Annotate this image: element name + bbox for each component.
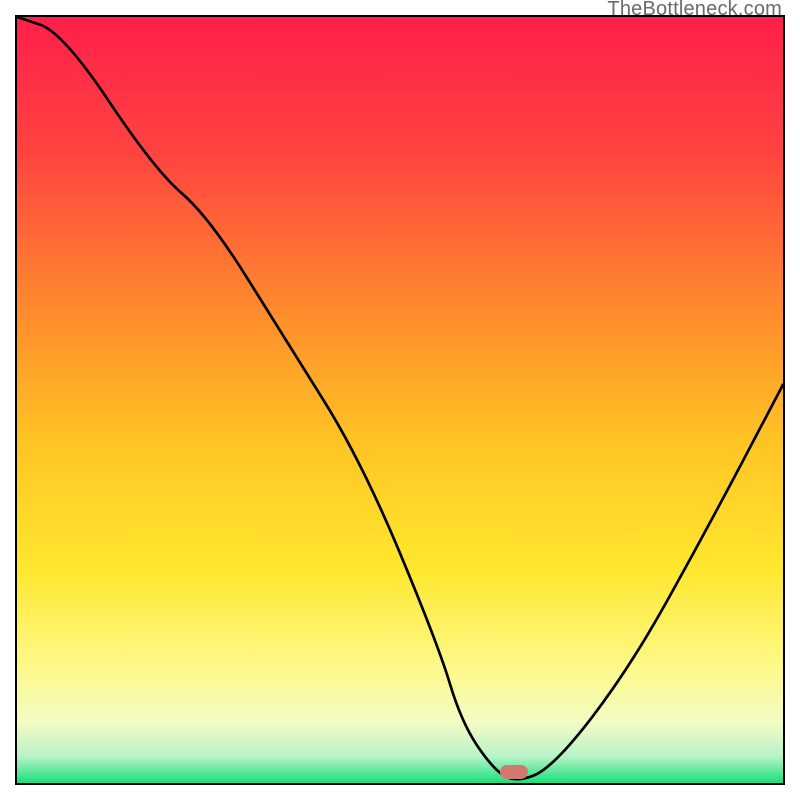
bottleneck-curve bbox=[17, 17, 783, 783]
chart-container: TheBottleneck.com bbox=[0, 0, 800, 800]
plot-area bbox=[15, 15, 785, 785]
optimal-marker bbox=[500, 765, 528, 779]
